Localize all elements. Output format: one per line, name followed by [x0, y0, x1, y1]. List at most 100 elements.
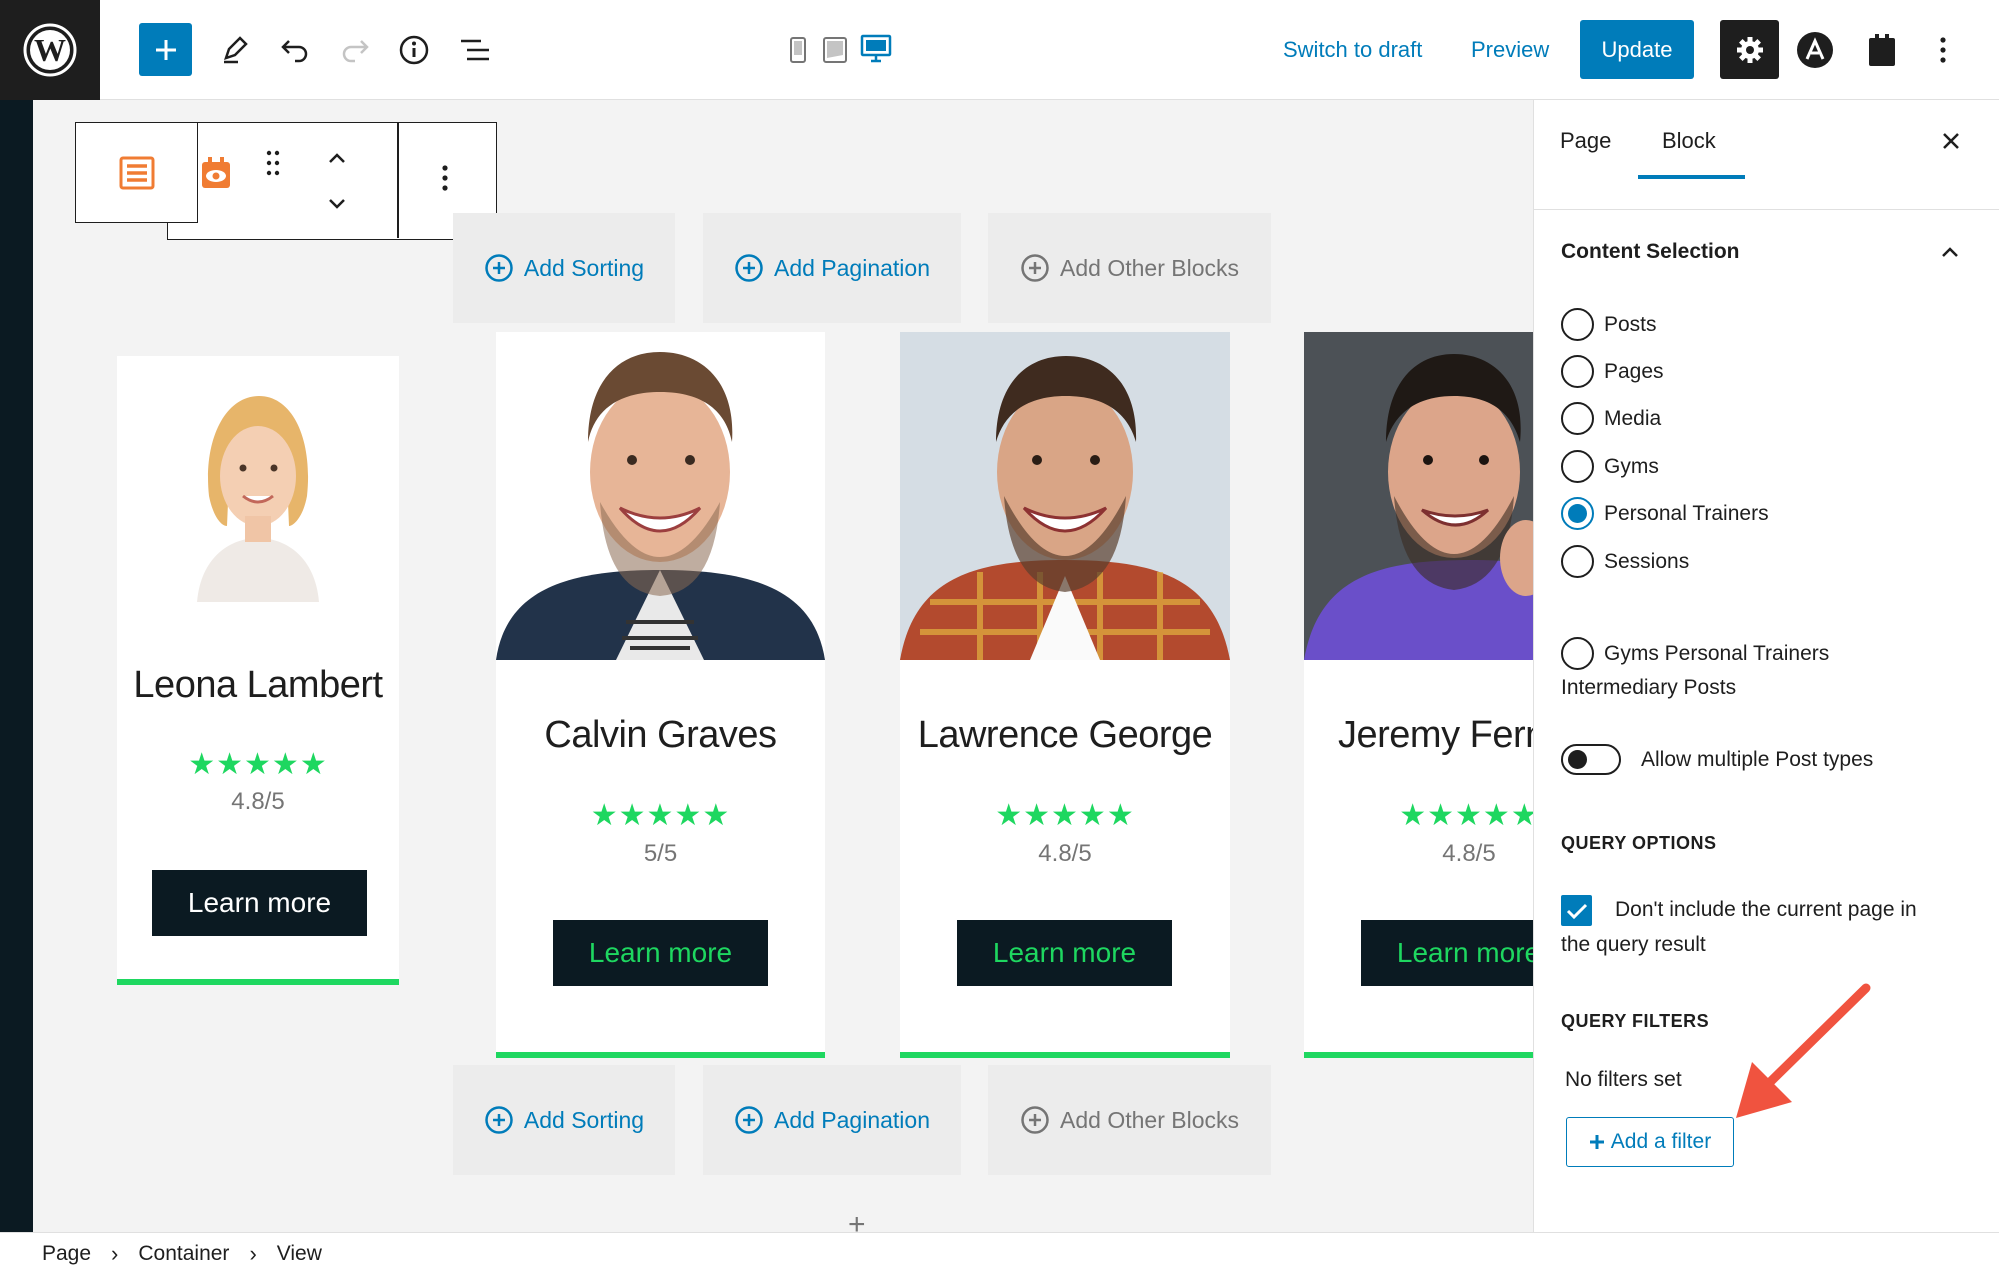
post-type-option-personal-trainers[interactable]: Personal Trainers: [1561, 497, 1769, 530]
wordpress-logo-icon[interactable]: W: [0, 0, 100, 100]
radio-button[interactable]: [1561, 355, 1594, 388]
radio-button-selected[interactable]: [1561, 497, 1594, 530]
plus-icon: [1589, 1135, 1604, 1149]
add-other-blocks-button[interactable]: Add Other Blocks: [988, 1065, 1271, 1175]
trainer-card: Jeremy Ferna ★★★★★ 4.8/5 Learn more: [1304, 332, 1533, 1058]
preview-button[interactable]: Preview: [1471, 30, 1549, 70]
astra-logo-icon[interactable]: [1795, 30, 1835, 70]
radio-button[interactable]: [1561, 637, 1594, 670]
allow-multiple-label: Allow multiple Post types: [1641, 748, 1874, 771]
block-options-icon[interactable]: [430, 158, 460, 198]
trainer-name: Leona Lambert: [133, 664, 383, 706]
radio-button[interactable]: [1561, 308, 1594, 341]
post-type-option-gyms[interactable]: Gyms: [1561, 450, 1659, 483]
add-other-blocks-label: Add Other Blocks: [1060, 1106, 1239, 1133]
info-icon[interactable]: [389, 25, 439, 75]
add-sorting-button[interactable]: Add Sorting: [453, 1065, 675, 1175]
star-rating-icon: ★★★★★: [995, 799, 1135, 832]
close-icon[interactable]: [1936, 126, 1966, 156]
clipboard-icon[interactable]: [1864, 30, 1900, 70]
plus-circle-icon: [735, 1106, 763, 1134]
add-sorting-label: Add Sorting: [523, 254, 645, 281]
option-label: Gyms: [1604, 454, 1659, 478]
add-sorting-button[interactable]: Add Sorting: [453, 213, 675, 323]
mobile-preview-icon[interactable]: [785, 34, 811, 66]
trainer-card: Calvin Graves ★★★★★ 5/5 Learn more: [496, 332, 825, 1058]
learn-more-button[interactable]: Learn more: [957, 920, 1172, 986]
tab-block[interactable]: Block: [1662, 128, 1716, 154]
sidebar-tabs: Page Block: [1534, 100, 1999, 180]
chevron-up-icon[interactable]: [1938, 240, 1962, 264]
exclude-current-label: Don't include the current page in: [1615, 898, 1917, 921]
trainer-name: Lawrence George: [917, 714, 1213, 756]
trainer-card: Lawrence George ★★★★★ 4.8/5 Learn more: [900, 332, 1230, 1058]
trainer-photo: [496, 332, 825, 660]
post-type-option-posts[interactable]: Posts: [1561, 308, 1657, 341]
breadcrumb-item-view[interactable]: View: [277, 1242, 322, 1266]
trainer-photo: [147, 376, 369, 602]
option-label: Pages: [1604, 359, 1664, 383]
exclude-current-label-continued: the query result: [1561, 933, 1706, 956]
star-rating-icon: ★★★★★: [1399, 799, 1533, 832]
more-options-icon[interactable]: [1928, 30, 1958, 70]
list-view-icon[interactable]: [450, 25, 500, 75]
pencil-icon[interactable]: [209, 25, 259, 75]
add-filter-button[interactable]: Add a filter: [1566, 1117, 1734, 1167]
left-edge-strip: [0, 100, 33, 1232]
switch-to-draft-button[interactable]: Switch to draft: [1283, 30, 1422, 70]
view-block-eye-icon[interactable]: [198, 153, 234, 193]
add-pagination-label: Add Pagination: [773, 254, 930, 281]
plus-circle-icon: [485, 1106, 513, 1134]
select-parent-block-icon[interactable]: [75, 122, 198, 223]
rating-value: 4.8/5: [1038, 840, 1092, 867]
star-rating-icon: ★★★★★: [188, 748, 328, 781]
no-filters-text: No filters set: [1565, 1068, 1682, 1091]
radio-button[interactable]: [1561, 545, 1594, 578]
radio-button[interactable]: [1561, 402, 1594, 435]
add-pagination-button[interactable]: Add Pagination: [703, 1065, 961, 1175]
tablet-preview-icon[interactable]: [820, 34, 850, 66]
breadcrumb-item-container[interactable]: Container: [138, 1242, 229, 1266]
post-type-option-media[interactable]: Media: [1561, 402, 1661, 435]
trainer-card: Leona Lambert ★★★★★ 4.8/5 Learn more: [117, 356, 399, 985]
tab-page[interactable]: Page: [1560, 128, 1611, 154]
query-options-heading: QUERY OPTIONS: [1561, 833, 1717, 853]
post-type-option-sessions[interactable]: Sessions: [1561, 545, 1689, 578]
add-other-blocks-label: Add Other Blocks: [1060, 254, 1239, 281]
add-other-blocks-button[interactable]: Add Other Blocks: [988, 213, 1271, 323]
allow-multiple-toggle[interactable]: [1561, 744, 1621, 775]
desktop-preview-icon[interactable]: [858, 32, 894, 66]
move-up-chevron-icon[interactable]: [322, 143, 352, 173]
add-block-button[interactable]: [139, 23, 192, 76]
learn-more-button[interactable]: Learn more: [1361, 920, 1533, 986]
option-label: Gyms Personal Trainers: [1604, 641, 1830, 665]
learn-more-button[interactable]: Learn more: [553, 920, 768, 986]
rating-value: 4.8/5: [1442, 840, 1496, 867]
update-button[interactable]: Update: [1580, 20, 1694, 79]
plus-circle-icon: [1021, 254, 1049, 282]
learn-more-button[interactable]: Learn more: [152, 870, 367, 936]
content-selection-heading[interactable]: Content Selection: [1561, 240, 1740, 264]
star-rating-icon: ★★★★★: [590, 799, 731, 832]
exclude-current-checkbox[interactable]: [1561, 895, 1592, 926]
svg-text:W: W: [34, 32, 66, 68]
redo-icon[interactable]: [330, 25, 380, 75]
settings-gear-icon[interactable]: [1720, 20, 1779, 79]
add-pagination-button[interactable]: Add Pagination: [703, 213, 961, 323]
breadcrumb-item-page[interactable]: Page: [42, 1242, 91, 1266]
option-label: Sessions: [1604, 549, 1690, 573]
add-pagination-label: Add Pagination: [773, 1106, 930, 1133]
post-type-option-intermediary[interactable]: Gyms Personal Trainers: [1561, 637, 1829, 670]
toolbar-divider: [397, 123, 399, 238]
move-down-chevron-icon[interactable]: [322, 189, 352, 219]
trainer-photo: [1304, 332, 1533, 660]
plus-circle-icon: [735, 254, 763, 282]
post-type-option-pages[interactable]: Pages: [1561, 355, 1664, 388]
card-accent-bar: [1304, 1052, 1533, 1058]
block-toolbar-main: [167, 122, 497, 240]
chevron-right-icon: ›: [111, 1240, 119, 1266]
radio-button[interactable]: [1561, 450, 1594, 483]
drag-handle-icon[interactable]: [258, 143, 288, 183]
undo-icon[interactable]: [270, 25, 320, 75]
option-label: Media: [1604, 406, 1662, 430]
